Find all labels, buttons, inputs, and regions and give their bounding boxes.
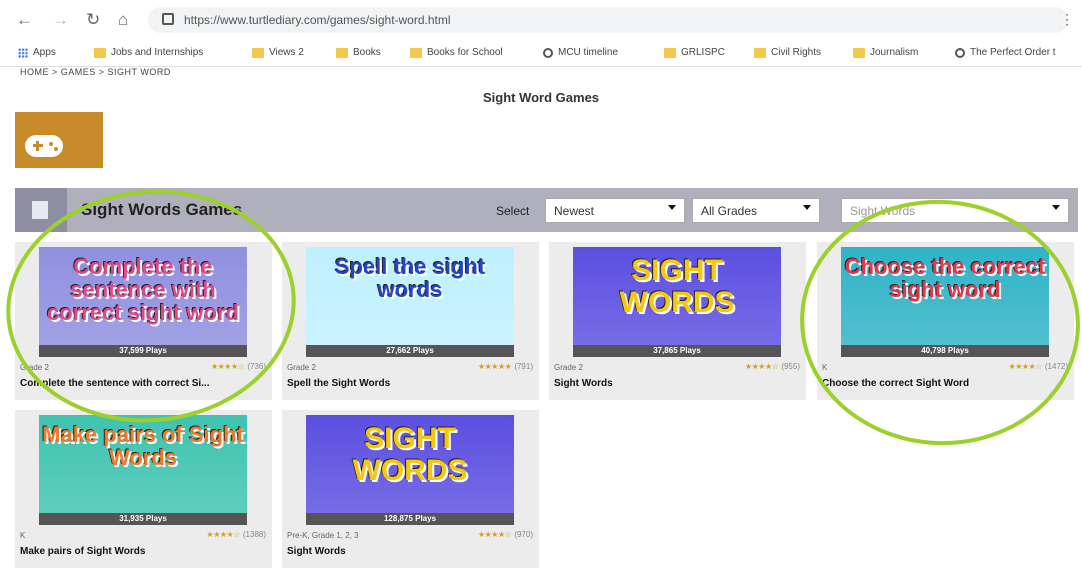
rating-stars: ★★★★☆ (955) <box>744 362 800 371</box>
thumbnail-title: Spell the sight words <box>334 254 486 303</box>
game-title[interactable]: Make pairs of Sight Words <box>20 546 266 557</box>
game-title[interactable]: Sight Words <box>554 378 800 389</box>
game-card[interactable]: Complete the sentence with correct sight… <box>15 242 272 400</box>
sort-dropdown[interactable]: Newest <box>545 198 685 223</box>
forward-icon[interactable]: → <box>52 11 69 29</box>
rating-stars: ★★★★★ (791) <box>477 362 533 371</box>
game-title[interactable]: Choose the correct Sight Word <box>822 378 1068 389</box>
section-title: Sight Words Games <box>81 200 243 219</box>
bookmark-apps[interactable]: Apps <box>18 47 56 58</box>
filter-bar: Sight Words Games Select Newest All Grad… <box>15 188 1078 232</box>
thumbnail-title: SIGHT WORDS <box>352 422 468 487</box>
menu-icon[interactable]: ⋮ <box>1060 11 1074 28</box>
home-icon[interactable]: ⌂ <box>118 11 128 29</box>
rating-stars: ★★★★☆ (1472) <box>1008 362 1068 371</box>
breadcrumb[interactable]: HOME > GAMES > SIGHT WORD <box>20 67 171 77</box>
folder-icon <box>252 47 264 58</box>
chevron-down-icon <box>1052 205 1060 210</box>
lock-icon <box>162 13 174 25</box>
select-label: Select <box>496 204 530 218</box>
play-count: 37,865 Plays <box>573 345 781 357</box>
review-count: (791) <box>514 362 533 371</box>
back-icon[interactable]: ← <box>16 11 33 29</box>
grade-level: Pre-K, Grade 1, 2, 3 <box>287 531 359 540</box>
bookmark-jobs[interactable]: Jobs and Internships <box>94 47 203 58</box>
game-thumbnail[interactable]: Choose the correct sight word <box>841 247 1049 357</box>
thumbnail-title: SIGHT WORDS <box>619 254 735 319</box>
gamepad-icon <box>25 135 63 157</box>
game-title[interactable]: Complete the sentence with correct Si... <box>20 378 266 389</box>
bookmark-views[interactable]: Views 2 <box>252 47 304 58</box>
bookmarks-bar: Apps Jobs and Internships Views 2 Books … <box>0 40 1082 67</box>
address-bar[interactable]: https://www.turtlediary.com/games/sight-… <box>148 7 1068 33</box>
game-card[interactable]: Spell the sight words 27,662 Plays Grade 2… <box>282 242 539 400</box>
bookmark-mcu[interactable]: MCU timeline <box>543 47 618 58</box>
game-title[interactable]: Spell the Sight Words <box>287 378 533 389</box>
bookmark-civil-rights[interactable]: Civil Rights <box>754 47 821 58</box>
game-thumbnail[interactable]: SIGHT WORDS <box>573 247 781 357</box>
globe-icon <box>543 47 553 58</box>
reload-icon[interactable]: ↻ <box>86 11 100 29</box>
chevron-down-icon <box>803 205 811 210</box>
grade-level: K <box>20 531 26 540</box>
game-thumbnail[interactable]: Make pairs of Sight Words <box>39 415 247 525</box>
category-value: Sight Words <box>850 204 916 218</box>
thumbnail-title: Choose the correct sight word <box>844 254 1046 303</box>
folder-icon <box>336 47 348 58</box>
bookmark-journalism[interactable]: Journalism <box>853 47 918 58</box>
grade-dropdown[interactable]: All Grades <box>692 198 820 223</box>
game-card[interactable]: Choose the correct sight word 40,798 Play… <box>817 242 1074 400</box>
folder-icon <box>410 47 422 58</box>
grade-level: Grade 2 <box>287 363 316 372</box>
thumbnail-title: Make pairs of Sight Words <box>42 422 244 471</box>
review-count: (970) <box>514 530 533 539</box>
folder-icon <box>853 47 865 58</box>
folder-icon <box>94 47 106 58</box>
globe-icon <box>955 47 965 58</box>
grade-level: Grade 2 <box>554 363 583 372</box>
folder-icon <box>664 47 676 58</box>
review-count: (1472) <box>1044 362 1068 371</box>
chevron-down-icon <box>668 205 676 210</box>
rating-stars: ★★★★☆ (1388) <box>206 530 266 539</box>
bookmark-books[interactable]: Books <box>336 47 381 58</box>
games-logo[interactable] <box>15 112 103 168</box>
game-card[interactable]: SIGHT WORDS 37,865 Plays Grade 2 ★★★★☆ (955)… <box>549 242 806 400</box>
play-count: 37,599 Plays <box>39 345 247 357</box>
grade-level: Grade 2 <box>20 363 49 372</box>
play-count: 40,798 Plays <box>841 345 1049 357</box>
grade-value: All Grades <box>701 204 758 218</box>
grade-level: K <box>822 363 828 372</box>
review-count: (736) <box>247 362 266 371</box>
game-card[interactable]: SIGHT WORDS 128,875 Plays Pre-K, Grade 1, … <box>282 410 539 568</box>
folder-icon <box>754 47 766 58</box>
review-count: (955) <box>781 362 800 371</box>
game-thumbnail[interactable]: Complete the sentence with correct sight… <box>39 247 247 357</box>
rating-stars: ★★★★☆ (970) <box>477 530 533 539</box>
game-thumbnail[interactable]: Spell the sight words <box>306 247 514 357</box>
bookmark-perfect-order[interactable]: The Perfect Order t <box>955 47 1056 58</box>
play-count: 27,662 Plays <box>306 345 514 357</box>
url-text: https://www.turtlediary.com/games/sight-… <box>184 13 451 27</box>
play-count: 128,875 Plays <box>306 513 514 525</box>
bookmark-books-school[interactable]: Books for School <box>410 47 503 58</box>
review-count: (1388) <box>242 530 266 539</box>
game-card[interactable]: Make pairs of Sight Words 31,935 Plays K ★★… <box>15 410 272 568</box>
game-title[interactable]: Sight Words <box>287 546 533 557</box>
page-title: Sight Word Games <box>482 90 600 105</box>
category-dropdown[interactable]: Sight Words <box>841 198 1069 223</box>
book-icon <box>15 188 67 232</box>
apps-icon <box>18 47 28 58</box>
game-thumbnail[interactable]: SIGHT WORDS <box>306 415 514 525</box>
browser-toolbar: ← → ↻ ⌂ https://www.turtlediary.com/game… <box>0 0 1082 41</box>
thumbnail-title: Complete the sentence with correct sight… <box>47 254 239 326</box>
play-count: 31,935 Plays <box>39 513 247 525</box>
rating-stars: ★★★★☆ (736) <box>210 362 266 371</box>
bookmark-grlispc[interactable]: GRLISPC <box>664 47 725 58</box>
sort-value: Newest <box>554 204 595 218</box>
